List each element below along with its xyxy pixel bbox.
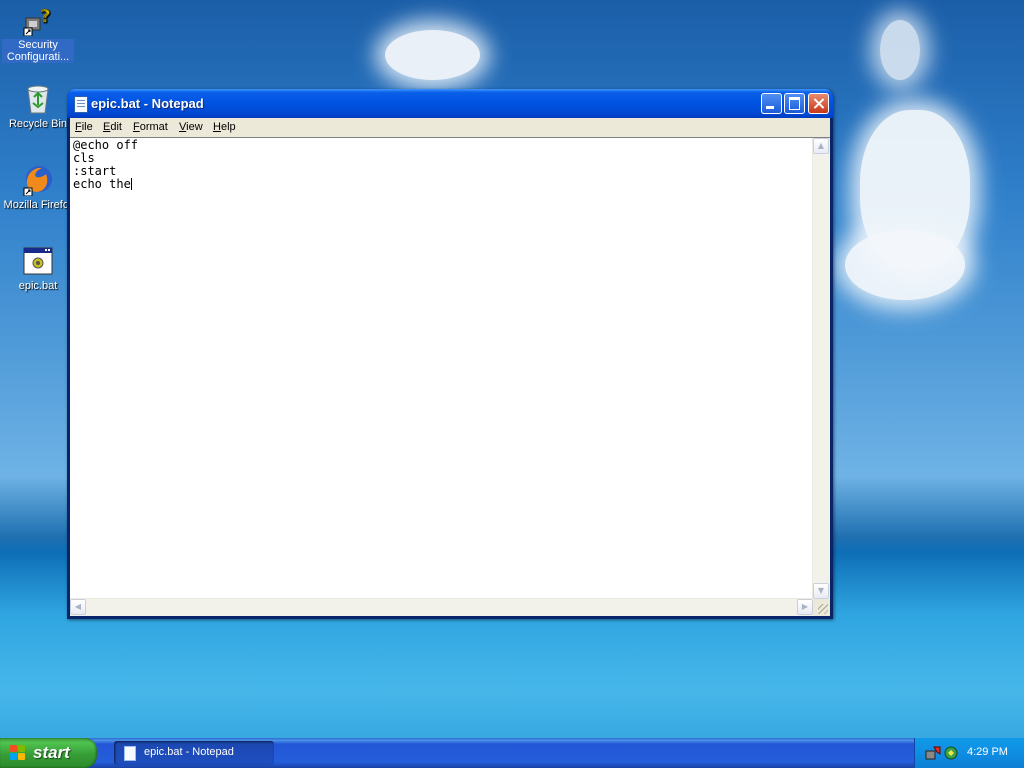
window-title: epic.bat - Notepad bbox=[91, 96, 204, 111]
editor-text: @echo off cls :start echo the bbox=[73, 138, 139, 191]
window-frame: File Edit Format View Help @echo off cls… bbox=[70, 118, 830, 616]
title-bar[interactable]: epic.bat - Notepad bbox=[67, 89, 833, 118]
taskbar: start epic.bat - Notepad 4:29 PM bbox=[0, 738, 1024, 768]
desktop-icon-recycle-bin[interactable]: Recycle Bin bbox=[2, 83, 74, 130]
desktop-icon-security-configuration[interactable]: ? Security Configurati... bbox=[2, 4, 74, 63]
taskbar-button-label: epic.bat - Notepad bbox=[144, 746, 234, 758]
scroll-down-button[interactable]: ▼ bbox=[813, 583, 829, 599]
horizontal-scrollbar[interactable]: ◀ ▶ bbox=[70, 598, 813, 616]
notepad-icon bbox=[124, 746, 136, 761]
menu-edit[interactable]: Edit bbox=[103, 121, 122, 133]
desktop-icon-label: Security Configurati... bbox=[2, 39, 74, 63]
desktop-icon-firefox[interactable]: Mozilla Firefox bbox=[2, 164, 74, 211]
desktop-icon-label: Recycle Bin bbox=[8, 118, 68, 130]
minimize-button[interactable] bbox=[761, 93, 782, 114]
menu-view[interactable]: View bbox=[179, 121, 203, 133]
notepad-window[interactable]: epic.bat - Notepad File Edit Format View… bbox=[67, 89, 833, 619]
resize-grip[interactable] bbox=[813, 599, 830, 616]
system-tray: 4:29 PM bbox=[914, 738, 1024, 768]
windows-logo-icon bbox=[10, 745, 26, 761]
menu-help[interactable]: Help bbox=[213, 121, 236, 133]
editor-content[interactable]: @echo off cls :start echo the bbox=[73, 139, 808, 597]
vertical-scrollbar[interactable]: ▲ ▼ bbox=[812, 138, 830, 599]
cloud bbox=[880, 20, 920, 80]
text-caret bbox=[130, 178, 132, 190]
start-button[interactable]: start bbox=[0, 738, 97, 768]
desktop-icon-label: epic.bat bbox=[18, 280, 58, 292]
scroll-up-button[interactable]: ▲ bbox=[813, 138, 829, 154]
text-editor[interactable]: @echo off cls :start echo the ▲ ▼ ◀ ▶ bbox=[70, 137, 830, 616]
menu-bar: File Edit Format View Help bbox=[70, 118, 830, 137]
menu-file[interactable]: File bbox=[75, 121, 93, 133]
cloud bbox=[385, 30, 480, 80]
taskbar-button-notepad[interactable]: epic.bat - Notepad bbox=[114, 741, 274, 765]
recycle-bin-icon bbox=[22, 83, 54, 115]
menu-format[interactable]: Format bbox=[133, 121, 168, 133]
start-label: start bbox=[33, 743, 70, 762]
desktop-icon-label: Mozilla Firefox bbox=[3, 199, 75, 211]
notepad-icon bbox=[74, 96, 88, 113]
scroll-left-button[interactable]: ◀ bbox=[70, 599, 86, 615]
batch-file-icon bbox=[22, 245, 54, 277]
cloud bbox=[845, 230, 965, 300]
maximize-button[interactable] bbox=[784, 93, 805, 114]
svg-text:?: ? bbox=[40, 6, 50, 27]
clock[interactable]: 4:29 PM bbox=[967, 746, 1008, 758]
security-wizard-icon: ? bbox=[22, 4, 54, 37]
desktop-icon-epic-bat[interactable]: epic.bat bbox=[2, 245, 74, 292]
security-alert-icon[interactable] bbox=[925, 745, 941, 761]
network-icon[interactable] bbox=[943, 745, 959, 761]
scroll-right-button[interactable]: ▶ bbox=[797, 599, 813, 615]
firefox-icon bbox=[22, 164, 54, 197]
close-button[interactable] bbox=[808, 93, 829, 114]
